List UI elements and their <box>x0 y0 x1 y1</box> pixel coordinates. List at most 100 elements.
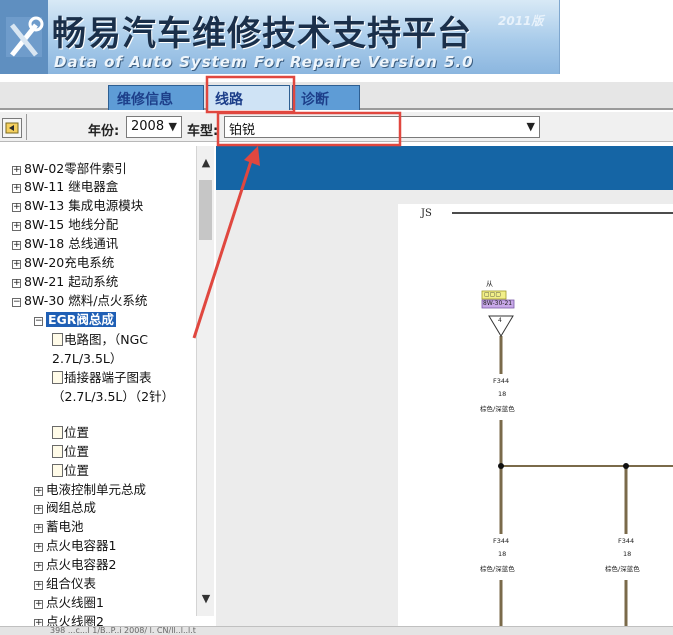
tree-item-label: 阀组总成 <box>46 500 97 515</box>
tree-item-label: 8W-20充电系统 <box>24 255 115 270</box>
expand-icon[interactable]: + <box>12 184 21 193</box>
app-version: 2011版 <box>498 14 544 28</box>
wiring-diagram[interactable]: JS 从 ▢▢▢ 8W-30-21 4 F344 18 棕色/深蓝色 F344 … <box>398 204 673 626</box>
tree-item[interactable]: +8W-18 总线通讯 <box>12 235 118 253</box>
doc-link[interactable]: 位置 <box>52 443 89 461</box>
expand-icon[interactable]: + <box>12 222 21 231</box>
tab-diagnosis[interactable]: 诊断 <box>292 85 360 110</box>
tree-item-label: 点火线圈2 <box>46 614 104 626</box>
diagram-header: JS <box>421 208 432 219</box>
tree-item[interactable]: +8W-02零部件索引 <box>12 160 127 178</box>
tree-item[interactable]: + 点火线圈2 <box>34 613 104 626</box>
sidebar-toggle-icon[interactable] <box>2 118 22 138</box>
tree-item-label: 点火线圈1 <box>46 595 104 610</box>
doc-link-label: 位置 <box>64 463 90 478</box>
expand-icon[interactable]: + <box>12 241 21 250</box>
tree-scrollbar[interactable]: ▲ ▼ <box>196 146 214 616</box>
expand-icon[interactable]: + <box>12 166 21 175</box>
app-subtitle: Data of Auto System For Repaire Version … <box>54 53 474 71</box>
document-icon <box>52 333 63 346</box>
doc-link-label: 位置 <box>64 444 90 459</box>
doc-link[interactable]: 电路图，（NGC 2.7L/3.5L） <box>52 330 180 368</box>
chevron-down-icon[interactable]: ▼ <box>197 590 215 608</box>
wire-code: F344 <box>493 377 510 385</box>
tree-item[interactable]: +8W-15 地线分配 <box>12 216 118 234</box>
doc-link-label: 位置 <box>64 425 90 440</box>
expand-icon[interactable]: + <box>34 562 43 571</box>
wire-code: F344 <box>493 537 510 545</box>
tree-item[interactable]: + 点火电容器2 <box>34 556 116 574</box>
tree-item-label: 8W-11 继电器盒 <box>24 179 119 194</box>
tree-item-label: 8W-18 总线通讯 <box>24 236 119 251</box>
model-select-value: 铂锐 <box>229 123 256 138</box>
document-icon <box>52 445 63 458</box>
expand-icon[interactable]: + <box>34 600 43 609</box>
wire-color: 棕色/深蓝色 <box>480 565 515 573</box>
app-title: 畅易汽车维修技术支持平台 <box>52 14 472 54</box>
tree-item[interactable]: +8W-20充电系统 <box>12 254 114 272</box>
model-select[interactable]: 铂锐 ▼ <box>224 116 540 138</box>
tree-item[interactable]: + 电液控制单元总成 <box>34 481 146 499</box>
expand-icon[interactable]: + <box>12 260 21 269</box>
tree-item-label: 8W-13 集成电源模块 <box>24 198 144 213</box>
doc-link[interactable]: 位置 <box>52 424 89 442</box>
tree-item[interactable]: + 蓄电池 <box>34 518 84 536</box>
model-label: 车型: <box>187 124 219 139</box>
expand-icon[interactable]: + <box>34 524 43 533</box>
expand-icon[interactable]: + <box>34 505 43 514</box>
tree-item[interactable]: + 点火电容器1 <box>34 537 116 555</box>
tree-item[interactable]: +8W-21 起动系统 <box>12 273 118 291</box>
tree-item[interactable]: +8W-13 集成电源模块 <box>12 197 143 215</box>
expand-icon[interactable]: + <box>34 581 43 590</box>
collapse-icon[interactable]: − <box>34 317 43 326</box>
collapse-icon[interactable]: − <box>12 298 21 307</box>
tree-item-label: 8W-30 燃料/点火系统 <box>24 293 148 308</box>
tab-wiring[interactable]: 线路 <box>206 85 290 110</box>
tree-item[interactable]: + 点火线圈1 <box>34 594 104 612</box>
pin-number: 4 <box>498 317 502 324</box>
tree-item-label: 8W-02零部件索引 <box>24 161 127 176</box>
tree-item-label: EGR阀总成 <box>46 312 116 327</box>
tools-logo-icon <box>0 0 48 74</box>
tree-item-label: 电液控制单元总成 <box>46 482 147 497</box>
tree-item[interactable]: −8W-30 燃料/点火系统 <box>12 292 147 310</box>
connector-tag-code: 8W-30-21 <box>483 300 513 307</box>
tree-item[interactable]: +8W-11 继电器盒 <box>12 178 118 196</box>
wire-gauge: 18 <box>498 550 507 558</box>
document-icon <box>52 464 63 477</box>
chevron-down-icon: ▼ <box>168 120 177 133</box>
doc-link-label: 插接器端子图表（2.7L/3.5L）（2针） <box>52 370 175 404</box>
doc-link[interactable]: 位置 <box>52 462 89 480</box>
vehicle-filter-bar: 年份: 2008 ▼ 车型: 铂锐 ▼ <box>0 112 673 142</box>
tree-item-label: 点火电容器1 <box>46 538 117 553</box>
tree-item[interactable]: + 组合仪表 <box>34 575 96 593</box>
tree-item-selected[interactable]: − EGR阀总成 <box>34 311 116 329</box>
component-tree: +8W-02零部件索引 +8W-11 继电器盒 +8W-13 集成电源模块 +8… <box>0 146 196 626</box>
wire-code: F344 <box>618 537 635 545</box>
diagram-title-bar <box>216 146 673 190</box>
splice-dot <box>623 463 629 469</box>
document-icon <box>52 371 63 384</box>
scrollbar-thumb[interactable] <box>199 180 212 240</box>
doc-link[interactable]: 插接器端子图表（2.7L/3.5L）（2针） <box>52 368 180 406</box>
tab-label: 维修信息 <box>117 92 173 108</box>
connector-tag-text: ▢▢▢ <box>484 291 502 298</box>
tree-item-label: 8W-15 地线分配 <box>24 217 119 232</box>
document-icon <box>52 426 63 439</box>
expand-icon[interactable]: + <box>12 279 21 288</box>
year-label: 年份: <box>88 124 120 139</box>
year-select[interactable]: 2008 ▼ <box>126 116 182 138</box>
expand-icon[interactable]: + <box>34 487 43 496</box>
doc-link-label: 电路图，（NGC 2.7L/3.5L） <box>52 332 149 366</box>
tab-repair-info[interactable]: 维修信息 <box>108 85 204 110</box>
expand-icon[interactable]: + <box>12 203 21 212</box>
expand-icon[interactable]: + <box>34 543 43 552</box>
splice-dot <box>498 463 504 469</box>
wire-color: 棕色/深蓝色 <box>480 405 515 413</box>
status-bar: 398 ...c...l 1/B..P..i 2008/ l. CN/ll..l… <box>0 626 673 635</box>
tree-item[interactable]: + 阀组总成 <box>34 499 96 517</box>
tab-label: 诊断 <box>301 92 329 108</box>
chevron-up-icon[interactable]: ▲ <box>197 154 215 172</box>
expand-icon[interactable]: + <box>34 619 43 626</box>
app-window: 畅易汽车维修技术支持平台 2011版 Data of Auto System F… <box>0 0 673 635</box>
